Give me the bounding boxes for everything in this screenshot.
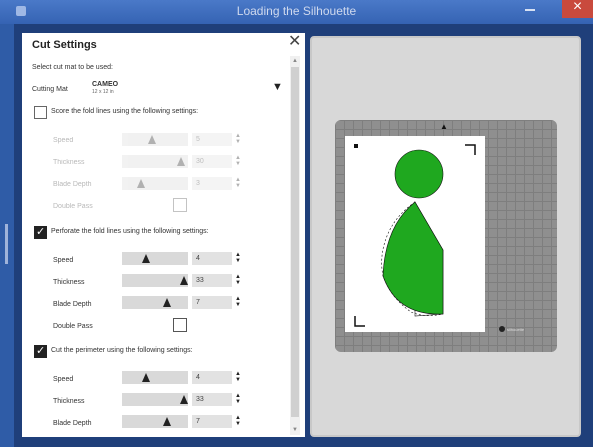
silhouette-logo-icon [499, 326, 505, 332]
slider-thumb[interactable] [148, 135, 156, 144]
speed-slider[interactable] [122, 371, 188, 384]
feed-direction-icon: ▲ [440, 122, 448, 131]
close-window-button[interactable] [562, 0, 593, 18]
speed-label: Speed [53, 137, 74, 144]
half-circle-shape [382, 201, 444, 315]
registration-mark-corner [465, 144, 476, 155]
perforate-section-title: Perforate the fold lines using the follo… [51, 228, 209, 235]
double-pass-label: Double Pass [53, 203, 93, 210]
slider-thumb[interactable] [142, 373, 150, 382]
perimeter-checkbox[interactable] [34, 344, 47, 358]
cut-settings-panel: Cut Settings ✕ Select cut mat to be used… [22, 33, 305, 437]
blade-depth-spinner-icon[interactable]: ▲ ▼ [235, 415, 241, 427]
slider-thumb[interactable] [137, 179, 145, 188]
select-mat-label: Select cut mat to be used: [32, 64, 113, 71]
blade-depth-slider[interactable] [122, 415, 188, 428]
perimeter-section-title: Cut the perimeter using the following se… [51, 347, 193, 354]
minimize-button[interactable] [517, 0, 543, 18]
slider-thumb[interactable] [177, 157, 185, 166]
thickness-label: Thickness [53, 279, 85, 286]
blade-depth-slider[interactable] [122, 177, 188, 190]
registration-mark-corner [354, 316, 365, 327]
double-pass-label: Double Pass [53, 323, 93, 330]
scroll-down-icon[interactable]: ▼ [290, 425, 300, 435]
speed-value[interactable]: 5 [192, 133, 232, 146]
thickness-spinner-icon[interactable]: ▲ ▼ [235, 274, 241, 286]
thickness-slider[interactable] [122, 274, 188, 287]
cutting-mat-preview: ▲ silhouette [335, 120, 557, 352]
scroll-thumb[interactable] [291, 67, 299, 417]
speed-label: Speed [53, 257, 74, 264]
score-checkbox[interactable] [34, 106, 47, 119]
thickness-slider[interactable] [122, 393, 188, 406]
paper-sheet [345, 136, 485, 332]
blade-depth-spinner-icon[interactable]: ▲ ▼ [235, 296, 241, 308]
window-title: Loading the Silhouette [236, 4, 357, 18]
blade-depth-spinner-icon[interactable]: ▲ ▼ [235, 177, 241, 189]
mat-label: Cutting Mat [32, 86, 68, 93]
thickness-spinner-icon[interactable]: ▲ ▼ [235, 155, 241, 167]
thickness-label: Thickness [53, 159, 85, 166]
frame-handle [5, 224, 8, 264]
blade-depth-label: Blade Depth [53, 420, 92, 427]
mat-name: CAMEO [92, 81, 119, 88]
window-titlebar: Loading the Silhouette [0, 0, 593, 24]
speed-label: Speed [53, 376, 74, 383]
blade-depth-value[interactable]: 7 [192, 296, 232, 309]
thickness-value[interactable]: 33 [192, 274, 232, 287]
slider-thumb[interactable] [180, 395, 188, 404]
slider-thumb[interactable] [163, 417, 171, 426]
thickness-label: Thickness [53, 398, 85, 405]
preview-panel: ▲ silhouette [310, 36, 581, 437]
mat-size: 12 x 12 in [92, 89, 114, 95]
panel-header: Cut Settings ✕ [22, 33, 305, 55]
speed-value[interactable]: 4 [192, 371, 232, 384]
double-pass-checkbox[interactable] [173, 318, 187, 332]
thickness-slider[interactable] [122, 155, 188, 168]
perforate-checkbox[interactable] [34, 225, 47, 239]
slider-thumb[interactable] [142, 254, 150, 263]
dropdown-arrow-icon[interactable]: ▼ [272, 81, 283, 93]
speed-value[interactable]: 4 [192, 252, 232, 265]
cut-design [354, 144, 476, 327]
thickness-value[interactable]: 30 [192, 155, 232, 168]
speed-spinner-icon[interactable]: ▲ ▼ [235, 371, 241, 383]
blade-depth-label: Blade Depth [53, 301, 92, 308]
brand-label: silhouette [507, 327, 525, 332]
score-section-title: Score the fold lines using the following… [51, 108, 199, 115]
blade-depth-value[interactable]: 3 [192, 177, 232, 190]
settings-scrollbar[interactable]: ▲ ▼ [290, 56, 300, 435]
circle-shape [394, 149, 444, 199]
double-pass-checkbox[interactable] [173, 198, 187, 212]
blade-depth-value[interactable]: 7 [192, 415, 232, 428]
speed-slider[interactable] [122, 133, 188, 146]
panel-close-icon[interactable]: ✕ [288, 34, 301, 50]
panel-title: Cut Settings [32, 39, 97, 51]
blade-depth-label: Blade Depth [53, 181, 92, 188]
speed-spinner-icon[interactable]: ▲ ▼ [235, 133, 241, 145]
speed-spinner-icon[interactable]: ▲ ▼ [235, 252, 241, 264]
slider-thumb[interactable] [180, 276, 188, 285]
registration-mark-square [354, 144, 358, 148]
thickness-value[interactable]: 33 [192, 393, 232, 406]
slider-thumb[interactable] [163, 298, 171, 307]
blade-depth-slider[interactable] [122, 296, 188, 309]
thickness-spinner-icon[interactable]: ▲ ▼ [235, 393, 241, 405]
left-frame [0, 24, 14, 447]
speed-slider[interactable] [122, 252, 188, 265]
scroll-up-icon[interactable]: ▲ [290, 56, 300, 66]
